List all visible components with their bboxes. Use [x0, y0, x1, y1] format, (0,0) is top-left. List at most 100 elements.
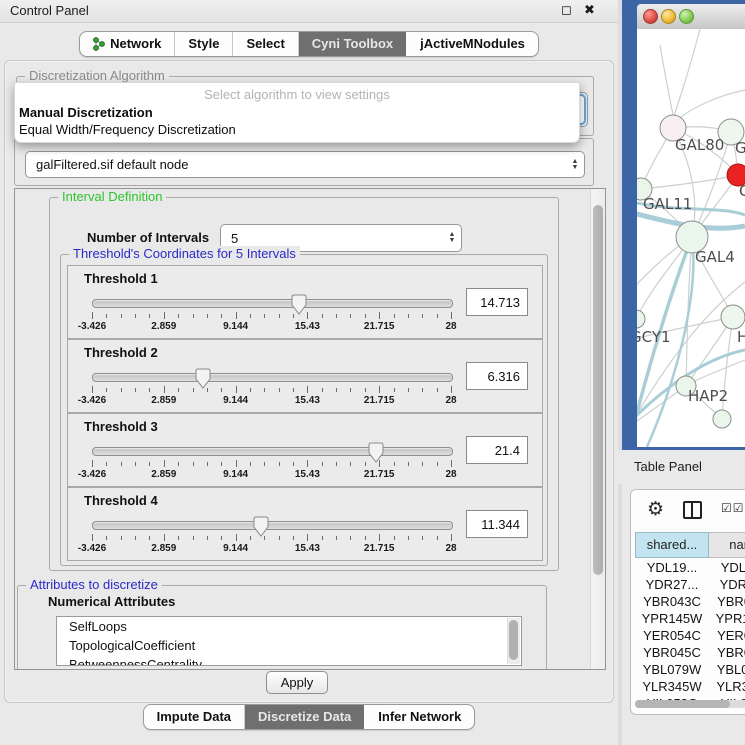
bottom-tab-discretize-data[interactable]: Discretize Data — [244, 705, 364, 729]
slider-thumb[interactable] — [253, 516, 269, 537]
network-node[interactable] — [721, 305, 745, 329]
bottom-tab-impute-data[interactable]: Impute Data — [144, 705, 244, 729]
float-window-icon[interactable]: ◻ — [561, 2, 572, 18]
slider-tick — [279, 314, 280, 318]
thresholds-group-title: Threshold's Coordinates for 5 Intervals — [69, 246, 300, 261]
close-traffic-icon[interactable] — [643, 9, 658, 24]
table-row[interactable]: YDR27...YDR27... — [635, 576, 745, 593]
interval-definition-title: Interval Definition — [58, 189, 166, 204]
table-row[interactable]: YLR345WYLR345W — [635, 678, 745, 695]
top-tabbar: NetworkStyleSelectCyni ToolboxjActiveMNo… — [79, 31, 539, 57]
slider-tick — [437, 314, 438, 318]
combobox-stepper-icon[interactable]: ▲▼ — [566, 152, 584, 177]
split-column-icon[interactable] — [683, 501, 702, 519]
tab-jactivemnodules[interactable]: jActiveMNodules — [406, 32, 538, 56]
attributes-scrollbar-thumb[interactable] — [509, 620, 518, 660]
threshold-slider[interactable]: -3.4262.8599.14415.4321.71528 — [92, 368, 451, 408]
table-row[interactable]: YBL079WYBL079W — [635, 661, 745, 678]
slider-track[interactable] — [92, 521, 453, 530]
slider-tick — [408, 388, 409, 392]
slider-tick — [250, 314, 251, 318]
table-cell: YER054C — [709, 627, 745, 644]
threshold-slider[interactable]: -3.4262.8599.14415.4321.71528 — [92, 516, 451, 556]
slider-tick — [451, 460, 452, 467]
slider-tick — [106, 314, 107, 318]
slider-tick-labels: -3.4262.8599.14415.4321.71528 — [92, 469, 451, 481]
slider-tick — [207, 536, 208, 540]
apply-button[interactable]: Apply — [266, 671, 328, 694]
table-row[interactable]: YBR043CYBR043C — [635, 593, 745, 610]
slider-tick — [365, 462, 366, 466]
slider-tick — [437, 536, 438, 540]
network-graph[interactable]: GAL80GACGAL11GAL4GCY1HHAP2 — [637, 29, 745, 447]
threshold-value-field[interactable]: 6.316 — [466, 362, 528, 390]
slider-tick — [379, 386, 380, 393]
network-node[interactable] — [637, 310, 645, 328]
table-column-header[interactable]: shared... — [635, 532, 709, 558]
slider-thumb[interactable] — [291, 294, 307, 315]
slider-tick — [408, 462, 409, 466]
slider-ticks — [92, 312, 451, 319]
algorithm-option[interactable]: Manual Discretization — [15, 104, 579, 121]
table-row[interactable]: YER054CYER054C — [635, 627, 745, 644]
table-hscrollbar[interactable] — [635, 700, 745, 708]
network-node[interactable] — [713, 410, 731, 428]
numerical-attributes-list[interactable]: SelfLoopsTopologicalCoefficientBetweenne… — [56, 616, 522, 666]
threshold-value-field[interactable]: 14.713 — [466, 288, 528, 316]
slider-tick — [350, 536, 351, 540]
threshold-value-field[interactable]: 21.4 — [466, 436, 528, 464]
attribute-list-item[interactable]: BetweennessCentrality — [57, 655, 521, 666]
table-row[interactable]: YBR045CYBR045C — [635, 644, 745, 661]
slider-tick — [322, 536, 323, 540]
zoom-traffic-icon[interactable] — [679, 9, 694, 24]
slider-tick — [92, 312, 93, 319]
attributes-scrollbar[interactable] — [507, 618, 520, 664]
threshold-value-field[interactable]: 11.344 — [466, 510, 528, 538]
numerical-attributes-label: Numerical Attributes — [48, 594, 175, 609]
main-scrollbar[interactable] — [590, 189, 605, 669]
tab-select[interactable]: Select — [232, 32, 297, 56]
control-panel-title: Control Panel — [10, 3, 89, 18]
network-window-titlebar[interactable] — [637, 4, 745, 30]
network-canvas[interactable]: GAL80GACGAL11GAL4GCY1HHAP2 — [637, 29, 745, 447]
tab-style[interactable]: Style — [174, 32, 232, 56]
algorithm-option[interactable]: Equal Width/Frequency Discretization — [15, 121, 579, 138]
minimize-traffic-icon[interactable] — [661, 9, 676, 24]
slider-tick — [106, 536, 107, 540]
screen: { "window": { "title": "Control Panel" }… — [0, 0, 745, 745]
num-intervals-value: 5 — [221, 231, 443, 246]
algorithm-popup-items: Manual DiscretizationEqual Width/Frequen… — [15, 104, 579, 138]
tick-label: 15.43 — [295, 395, 320, 406]
close-icon[interactable]: ✖ — [584, 2, 595, 18]
table-row[interactable]: YPR145WYPR145W — [635, 610, 745, 627]
network-node-label: GAL80 — [675, 136, 724, 154]
tab-cyni-toolbox[interactable]: Cyni Toolbox — [298, 32, 406, 56]
threshold-slider[interactable]: -3.4262.8599.14415.4321.71528 — [92, 294, 451, 334]
tab-network[interactable]: Network — [80, 32, 174, 56]
threshold-panel: Threshold 1 -3.4262.8599.14415.4321.71528… — [67, 265, 543, 339]
slider-tick — [149, 536, 150, 540]
main-scrollbar-thumb[interactable] — [593, 205, 603, 575]
threshold-label: Threshold 1 — [84, 271, 158, 286]
combobox-stepper-icon[interactable]: ▲▼ — [443, 225, 461, 251]
table-row[interactable]: YDL19...YDL19... — [635, 559, 745, 576]
select-columns-icon[interactable]: ☑☑ — [721, 501, 745, 515]
slider-track[interactable] — [92, 447, 453, 456]
slider-thumb[interactable] — [195, 368, 211, 389]
table-hscrollbar-thumb[interactable] — [635, 700, 730, 708]
attribute-list-item[interactable]: SelfLoops — [57, 617, 521, 636]
attribute-list-item[interactable]: TopologicalCoefficient — [57, 636, 521, 655]
slider-track[interactable] — [92, 299, 453, 308]
table-column-header[interactable]: name — [709, 532, 745, 558]
slider-ticks — [92, 386, 451, 393]
slider-track[interactable] — [92, 373, 453, 382]
table-cell: YDR27... — [709, 576, 745, 593]
table-panel-container: ⚙ ☑☑ shared...name YDL19...YDL19...YDR27… — [630, 489, 745, 715]
attributes-group: Attributes to discretize Numerical Attri… — [17, 585, 547, 670]
threshold-slider[interactable]: -3.4262.8599.14415.4321.71528 — [92, 442, 451, 482]
table-data-combobox[interactable]: galFiltered.sif default node ▲▼ — [25, 151, 585, 178]
network-icon — [93, 37, 105, 51]
gear-icon[interactable]: ⚙ — [647, 498, 664, 521]
bottom-tab-infer-network[interactable]: Infer Network — [364, 705, 474, 729]
slider-thumb[interactable] — [368, 442, 384, 463]
